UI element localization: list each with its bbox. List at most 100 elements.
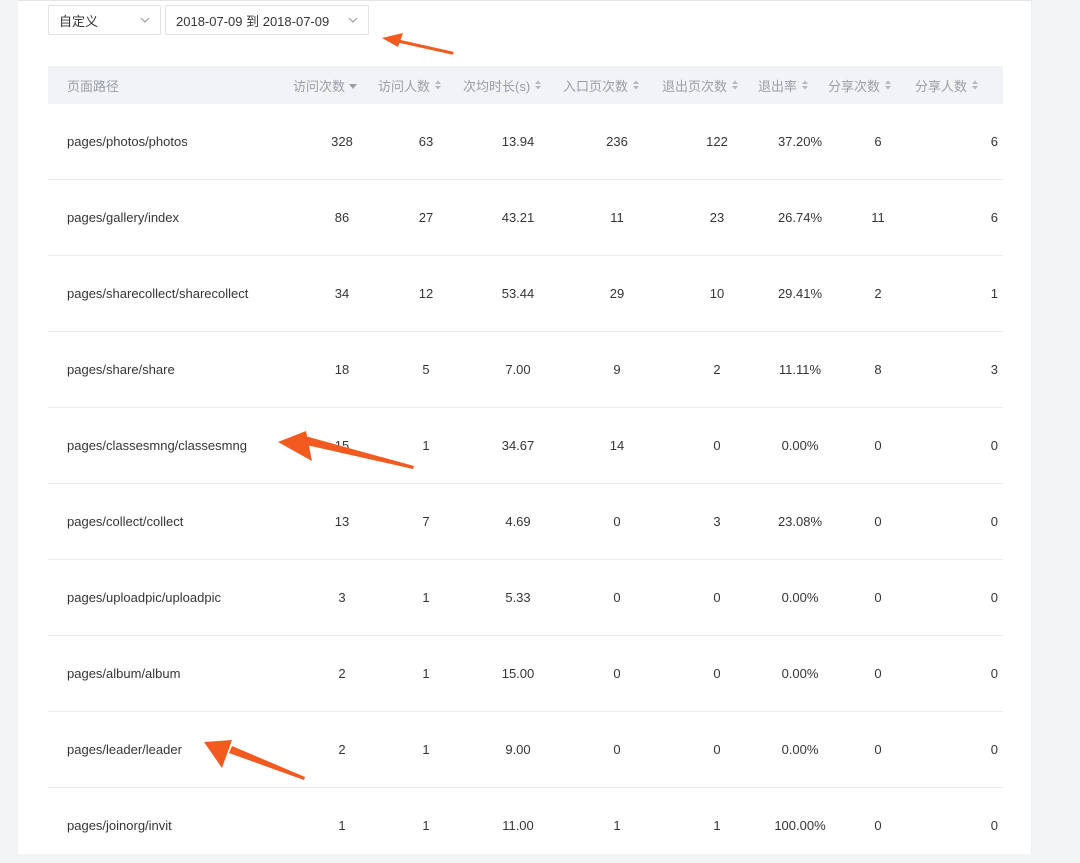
visitors-cell: 7 <box>422 514 430 529</box>
share-users-cell: 0 <box>990 590 998 605</box>
sort-both-icon[interactable] <box>533 79 543 91</box>
table-row: pages/photos/photos 328 63 13.94 236 122… <box>48 104 1003 180</box>
entry-count-cell: 0 <box>613 742 621 757</box>
visits-cell: 18 <box>334 362 350 377</box>
entry-count-cell: 29 <box>609 286 625 301</box>
share-users-cell: 3 <box>990 362 998 377</box>
avg-duration-cell: 5.33 <box>505 590 531 605</box>
exit-rate-cell: 100.00% <box>774 818 826 833</box>
share-users-cell: 6 <box>990 134 998 149</box>
share-count-cell: 2 <box>874 286 882 301</box>
page-path-cell: pages/uploadpic/uploadpic <box>67 590 221 605</box>
header-label: 入口页次数 <box>563 78 629 94</box>
header-label: 分享人数 <box>915 78 968 94</box>
share-users-cell: 0 <box>990 666 998 681</box>
content-panel: 自定义 2018-07-09 到 2018-07-09 页面路径 访问次数 访问… <box>18 0 1031 854</box>
chevron-down-icon <box>140 17 150 23</box>
table-row: pages/collect/collect 13 7 4.69 0 3 23.0… <box>48 484 1003 560</box>
share-count-cell: 0 <box>874 514 882 529</box>
sort-both-icon[interactable] <box>800 79 810 91</box>
header-visitors[interactable]: 访问人数 <box>378 66 443 104</box>
exit-rate-cell: 26.74% <box>777 210 823 225</box>
header-exit-count[interactable]: 退出页次数 <box>662 66 740 104</box>
sort-both-icon[interactable] <box>883 79 893 91</box>
exit-rate-cell: 29.41% <box>777 286 823 301</box>
page-path-cell: pages/leader/leader <box>67 742 182 757</box>
exit-count-cell: 23 <box>709 210 725 225</box>
table-row: pages/uploadpic/uploadpic 3 1 5.33 0 0 0… <box>48 560 1003 636</box>
visits-cell: 13 <box>334 514 350 529</box>
avg-duration-cell: 13.94 <box>501 134 535 149</box>
header-label: 退出页次数 <box>662 78 728 94</box>
page-path-cell: pages/gallery/index <box>67 210 180 225</box>
visits-cell: 3 <box>338 590 346 605</box>
header-share-users[interactable]: 分享人数 <box>915 66 980 104</box>
visitors-cell: 1 <box>422 666 430 681</box>
page-path-cell: pages/classesmng/classesmng <box>67 438 247 453</box>
table-row: pages/album/album 2 1 15.00 0 0 0.00% 0 … <box>48 636 1003 712</box>
exit-count-cell: 1 <box>713 818 721 833</box>
visits-cell: 34 <box>334 286 350 301</box>
visitors-cell: 1 <box>422 818 430 833</box>
header-share-count[interactable]: 分享次数 <box>828 66 893 104</box>
range-type-select[interactable]: 自定义 <box>48 5 161 35</box>
page-path-cell: pages/collect/collect <box>67 514 184 529</box>
exit-count-cell: 0 <box>713 742 721 757</box>
table-row: pages/sharecollect/sharecollect 34 12 53… <box>48 256 1003 332</box>
entry-count-cell: 1 <box>613 818 621 833</box>
exit-rate-cell: 11.11% <box>778 362 822 377</box>
sort-both-icon[interactable] <box>631 79 641 91</box>
share-users-cell: 0 <box>990 438 998 453</box>
exit-rate-cell: 37.20% <box>777 134 823 149</box>
avg-duration-cell: 11.00 <box>502 818 534 833</box>
table-row: pages/leader/leader 2 1 9.00 0 0 0.00% 0… <box>48 712 1003 788</box>
visitors-cell: 63 <box>418 134 434 149</box>
exit-rate-cell: 23.08% <box>777 514 823 529</box>
sort-both-icon[interactable] <box>730 79 740 91</box>
share-users-cell: 0 <box>990 742 998 757</box>
avg-duration-cell: 9.00 <box>505 742 531 757</box>
share-count-cell: 0 <box>874 742 882 757</box>
exit-rate-cell: 0.00% <box>781 666 819 681</box>
entry-count-cell: 0 <box>613 590 621 605</box>
header-exit-rate[interactable]: 退出率 <box>758 66 810 104</box>
exit-count-cell: 0 <box>713 438 721 453</box>
page-path-cell: pages/album/album <box>67 666 181 681</box>
sort-both-icon[interactable] <box>433 79 443 91</box>
visitors-cell: 1 <box>422 742 430 757</box>
header-avg-duration[interactable]: 次均时长(s) <box>463 66 543 104</box>
table-row: pages/joinorg/invit 1 1 11.00 1 1 100.00… <box>48 788 1003 863</box>
date-range-picker[interactable]: 2018-07-09 到 2018-07-09 <box>165 5 369 35</box>
exit-rate-cell: 0.00% <box>781 742 819 757</box>
page-path-cell: pages/joinorg/invit <box>67 818 172 833</box>
share-users-cell: 6 <box>990 210 998 225</box>
visitors-cell: 27 <box>418 210 434 225</box>
exit-count-cell: 0 <box>713 666 721 681</box>
visitors-cell: 1 <box>422 590 430 605</box>
sort-desc-icon[interactable] <box>348 79 358 91</box>
visits-cell: 2 <box>338 666 346 681</box>
share-count-cell: 0 <box>874 438 882 453</box>
visits-cell: 328 <box>331 134 353 149</box>
visits-cell: 86 <box>334 210 350 225</box>
sort-both-icon[interactable] <box>970 79 980 91</box>
header-visits[interactable]: 访问次数 <box>293 66 358 104</box>
header-entry-count[interactable]: 入口页次数 <box>563 66 641 104</box>
header-label: 次均时长(s) <box>463 78 531 94</box>
visits-cell: 1 <box>338 818 346 833</box>
date-range-value: 2018-07-09 到 2018-07-09 <box>176 13 330 29</box>
avg-duration-cell: 34.67 <box>501 438 535 453</box>
page-path-cell: pages/photos/photos <box>67 134 188 149</box>
avg-duration-cell: 43.21 <box>501 210 535 225</box>
right-scroll-area <box>1031 0 1080 853</box>
avg-duration-cell: 7.00 <box>505 362 531 377</box>
share-count-cell: 0 <box>874 590 882 605</box>
share-count-cell: 6 <box>874 134 882 149</box>
avg-duration-cell: 15.00 <box>501 666 535 681</box>
header-label: 退出率 <box>758 78 798 94</box>
visits-cell: 2 <box>338 742 346 757</box>
range-type-value: 自定义 <box>59 13 99 29</box>
entry-count-cell: 14 <box>609 438 625 453</box>
exit-count-cell: 2 <box>713 362 721 377</box>
exit-rate-cell: 0.00% <box>781 590 819 605</box>
